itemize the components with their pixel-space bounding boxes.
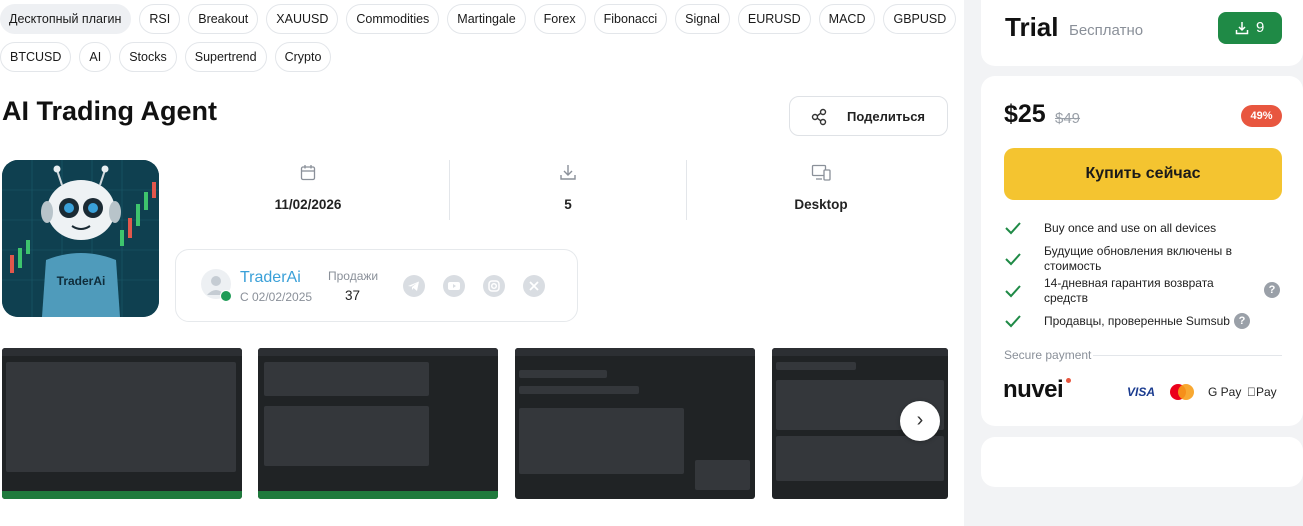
feature-text: Будущие обновления включены в стоимость — [1044, 244, 1232, 273]
feature-text: 14-дневная гарантия возврата средств — [1044, 276, 1214, 305]
tag-chip[interactable]: Commodities — [346, 4, 440, 34]
stat-divider — [686, 160, 687, 220]
trial-download-count: 9 — [1256, 19, 1265, 36]
feature-text: Buy once and use on all devices — [1044, 221, 1217, 235]
mastercard-icon — [1170, 384, 1194, 400]
share-icon — [811, 108, 827, 126]
download-icon — [1235, 22, 1249, 35]
downloads-count: 5 — [564, 197, 572, 212]
tag-chip[interactable]: Breakout — [188, 4, 259, 34]
buy-now-button[interactable]: Купить сейчас — [1004, 148, 1282, 200]
apple-icon:  — [1247, 385, 1256, 399]
nuvei-logo: nuvei — [1003, 376, 1064, 403]
tag-row-2: BTCUSD AI Stocks Supertrend Crypto — [0, 42, 332, 72]
download-icon — [560, 165, 576, 180]
tag-chip[interactable]: MACD — [818, 4, 876, 34]
main-content: Десктопный плагин RSI Breakout XAUUSD Commod… — [0, 0, 960, 526]
extra-card — [981, 437, 1303, 487]
tag-chip[interactable]: AI — [79, 42, 112, 72]
verified-icon — [220, 290, 232, 302]
share-button[interactable]: Поделиться — [789, 96, 948, 136]
telegram-icon[interactable] — [403, 275, 425, 297]
tag-chip[interactable]: Десктопный плагин — [0, 4, 132, 34]
tag-chip[interactable]: Fibonacci — [593, 4, 668, 34]
release-date: 11/02/2026 — [274, 197, 342, 212]
help-icon[interactable]: ? — [1234, 313, 1250, 329]
screenshot-thumbnail[interactable] — [2, 348, 242, 499]
google-pay-logo: G Pay — [1208, 385, 1242, 399]
trial-subtitle: Бесплатно — [1069, 22, 1144, 39]
product-title: AI Trading Agent — [2, 96, 217, 126]
tag-chip[interactable]: Forex — [533, 4, 586, 34]
apple-pay-label: Pay — [1247, 385, 1277, 399]
screenshot-thumbnail[interactable] — [515, 348, 755, 499]
robot-shirt-text: TraderAi — [57, 274, 106, 288]
help-icon[interactable]: ? — [1264, 282, 1280, 298]
tag-chip[interactable]: XAUUSD — [266, 4, 339, 34]
stat-platform: Desktop — [721, 160, 921, 220]
x-icon[interactable] — [523, 275, 545, 297]
check-icon — [1005, 222, 1021, 235]
seller-name-link[interactable]: TraderAi — [240, 269, 301, 287]
screenshot-thumbnail[interactable] — [258, 348, 498, 499]
youtube-icon[interactable] — [443, 275, 465, 297]
seller-since: С 02/02/2025 — [240, 290, 313, 304]
tag-chip[interactable]: Crypto — [274, 42, 332, 72]
discount-badge: 49% — [1241, 105, 1282, 127]
secure-payment-label: Secure payment — [1004, 348, 1092, 362]
tag-chip[interactable]: Stocks — [119, 42, 177, 72]
check-icon — [1005, 285, 1021, 298]
tag-chip[interactable]: BTCUSD — [0, 42, 72, 72]
check-icon — [1005, 253, 1021, 266]
tag-chip[interactable]: GBPUSD — [883, 4, 957, 34]
nuvei-logo-dot — [1066, 378, 1071, 383]
apple-pay-logo: Pay — [1247, 385, 1277, 399]
tag-chip[interactable]: RSI — [139, 4, 181, 34]
trial-title: Trial — [1005, 12, 1059, 42]
stat-date: 11/02/2026 — [208, 160, 408, 220]
product-image[interactable]: TraderAi — [2, 160, 159, 317]
trial-card: Trial Бесплатно 9 — [981, 0, 1303, 66]
stat-divider — [449, 160, 450, 220]
check-icon — [1005, 315, 1021, 328]
platform-value: Desktop — [794, 197, 848, 212]
sales-label: Продажи — [328, 269, 379, 283]
current-price: $25 — [1004, 100, 1046, 128]
tag-row-1: Десктопный плагин RSI Breakout XAUUSD Commod… — [0, 4, 957, 34]
old-price: $49 — [1055, 110, 1081, 127]
tag-chip[interactable]: Supertrend — [184, 42, 267, 72]
trial-download-button[interactable]: 9 — [1218, 12, 1282, 44]
visa-logo: VISA — [1127, 385, 1156, 399]
purchase-card: $25 $49 49% Купить сейчас Buy once and u… — [981, 76, 1303, 426]
instagram-icon[interactable] — [483, 275, 505, 297]
secure-divider — [1093, 355, 1282, 356]
calendar-icon — [300, 165, 316, 181]
tag-chip[interactable]: Martingale — [447, 4, 526, 34]
seller-card: TraderAi С 02/02/2025 Продажи 37 — [175, 249, 578, 322]
desktop-icon — [811, 164, 831, 181]
share-label: Поделиться — [847, 109, 926, 124]
robot-illustration: TraderAi — [2, 160, 159, 317]
tag-chip[interactable]: EURUSD — [737, 4, 811, 34]
feature-text: Продавцы, проверенные Sumsub — [1044, 314, 1230, 328]
next-screenshot-button[interactable]: › — [900, 401, 940, 441]
sales-count: 37 — [345, 288, 361, 303]
tag-chip[interactable]: Signal — [675, 4, 730, 34]
stat-downloads: 5 — [468, 160, 668, 220]
chevron-right-icon: › — [916, 409, 924, 431]
